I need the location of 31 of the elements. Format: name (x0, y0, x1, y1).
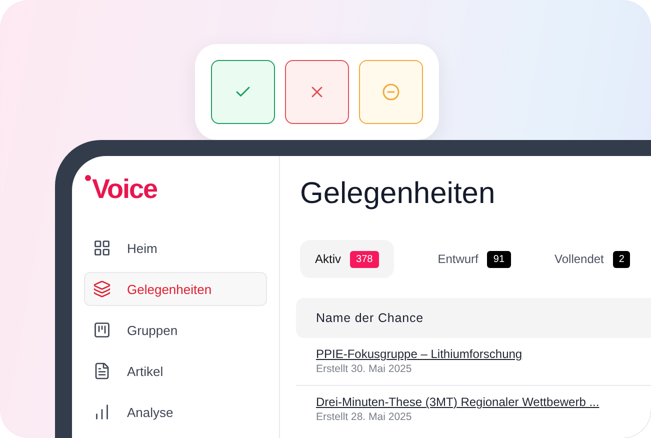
opportunity-link[interactable]: PPIE-Fokusgruppe – Lithiumforschung (316, 347, 631, 361)
tab-label: Aktiv (315, 252, 342, 266)
sidebar-item[interactable]: Gruppen (84, 313, 267, 347)
page-title: Gelegenheiten (300, 176, 496, 212)
layers-icon (93, 280, 111, 298)
count-badge: 378 (350, 250, 379, 268)
sidebar-item[interactable]: Artikel (84, 354, 267, 388)
sidebar-item[interactable]: Analyse (84, 395, 267, 429)
tab-label: Entwurf (438, 252, 478, 266)
opportunity-link[interactable]: Drei-Minuten-These (3MT) Regionaler Wettbewerb ... (316, 395, 631, 409)
logo-dot-icon (85, 174, 91, 183)
column-header: Name der Chance (316, 311, 424, 325)
neutral-button[interactable] (359, 60, 423, 124)
status-tab[interactable]: Aktiv 378 (300, 240, 394, 278)
count-badge: 91 (487, 250, 511, 268)
status-tab[interactable]: Entwurf 91 (438, 240, 511, 278)
sidebar-item[interactable]: Heim (84, 231, 267, 265)
grid-icon (93, 239, 111, 257)
board-icon (93, 321, 111, 339)
minus-circle-icon (382, 83, 400, 101)
logo: Voice (92, 174, 158, 204)
status-tab[interactable]: Vollendet 2 (554, 240, 630, 278)
document-icon (93, 362, 111, 380)
approve-button[interactable] (211, 60, 275, 124)
created-date: Erstellt 30. Mai 2025 (316, 363, 413, 375)
bar-chart-icon (93, 403, 111, 421)
count-badge: 2 (612, 250, 630, 268)
created-date: Erstellt 28. Mai 2025 (316, 411, 413, 423)
tab-label: Vollendet (554, 252, 604, 266)
sidebar-item[interactable]: Gelegenheiten (84, 272, 267, 306)
reject-button[interactable] (285, 60, 349, 124)
